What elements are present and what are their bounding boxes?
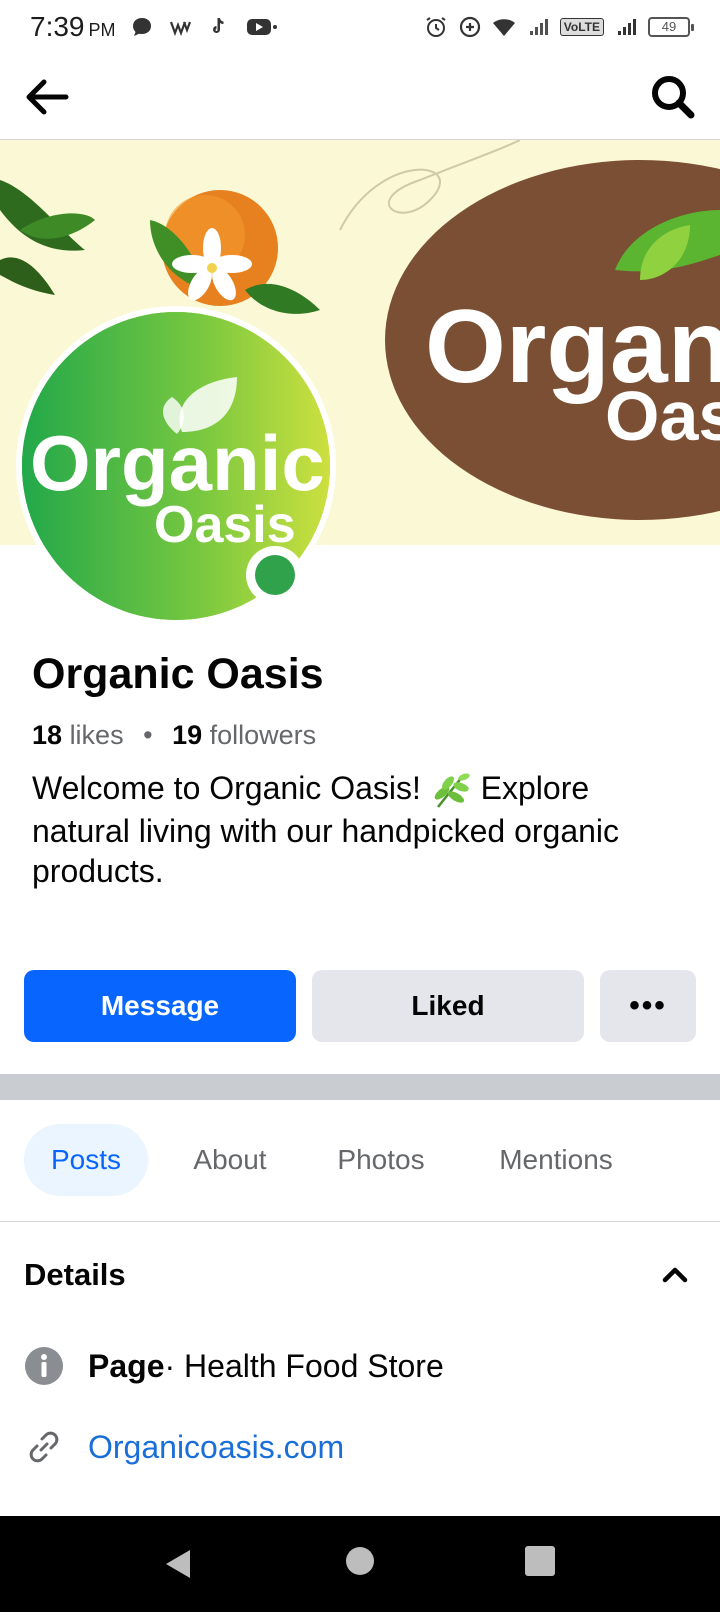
- page-title: Organic Oasis: [32, 650, 324, 698]
- action-buttons: Message Liked •••: [24, 970, 696, 1042]
- tiktok-icon: [212, 18, 223, 33]
- logo-word-1: Organic: [30, 419, 325, 507]
- message-button[interactable]: Message: [24, 970, 296, 1042]
- signal-1-icon: [529, 19, 548, 35]
- data-saver-icon: [459, 16, 480, 38]
- notification-icons: [130, 15, 278, 39]
- page-bio: Welcome to Organic Oasis! Explore natura…: [32, 768, 692, 891]
- top-nav: [0, 54, 720, 140]
- followers-label: followers: [209, 720, 317, 750]
- tab-mentions[interactable]: Mentions: [474, 1124, 638, 1196]
- volte-badge: VoLTE: [559, 18, 604, 36]
- section-divider: [0, 1074, 720, 1100]
- nav-home-icon[interactable]: [346, 1547, 374, 1575]
- link-icon: [29, 1431, 59, 1463]
- signal-2-icon: [618, 19, 636, 35]
- page-type-label: Page: [88, 1347, 165, 1384]
- likes-count: 18: [32, 720, 63, 750]
- nav-back-icon[interactable]: [160, 1546, 196, 1582]
- page-tabs: Posts About Photos Mentions: [0, 1100, 720, 1222]
- website-link[interactable]: Organicoasis.com: [88, 1429, 344, 1466]
- youtube-icon: [246, 19, 277, 35]
- tab-photos[interactable]: Photos: [316, 1124, 446, 1196]
- detail-website[interactable]: Organicoasis.com: [24, 1427, 344, 1467]
- cover-brand-word-2: Oasis: [605, 377, 720, 455]
- details-heading: Details: [24, 1257, 126, 1292]
- page-category: · Health Food Store: [164, 1347, 444, 1384]
- stats-separator: •: [143, 720, 153, 750]
- chevron-up-icon[interactable]: [660, 1262, 690, 1286]
- chat-bubble-icon: [132, 18, 151, 36]
- back-arrow-icon[interactable]: [22, 74, 72, 120]
- system-nav-bar: [0, 1516, 720, 1612]
- status-time: 7:39 PM: [30, 11, 116, 43]
- search-icon[interactable]: [648, 72, 698, 122]
- bio-text-1: Welcome to Organic Oasis!: [32, 770, 421, 806]
- battery-icon: 49: [648, 17, 694, 37]
- liked-button[interactable]: Liked: [312, 970, 584, 1042]
- more-options-button[interactable]: •••: [600, 970, 696, 1042]
- likes-label: likes: [69, 720, 124, 750]
- tab-about[interactable]: About: [170, 1124, 290, 1196]
- nav-recents-icon[interactable]: [525, 1546, 555, 1576]
- online-status-indicator: [246, 546, 304, 604]
- followers-count: 19: [172, 720, 203, 750]
- clock-time: 7:39: [30, 11, 85, 42]
- tab-posts[interactable]: Posts: [24, 1124, 148, 1196]
- clock-ampm: PM: [88, 20, 116, 40]
- system-status-icons: VoLTE 49: [424, 15, 694, 39]
- page-stats[interactable]: 18 likes • 19 followers: [32, 720, 316, 751]
- wifi-icon: [492, 19, 515, 36]
- alarm-icon: [426, 17, 446, 37]
- status-bar: 7:39 PM VoLTE 49: [0, 0, 720, 54]
- info-icon: [25, 1347, 63, 1385]
- herb-emoji-icon: [434, 773, 470, 808]
- waves-icon: [169, 21, 191, 37]
- detail-page-category: Page · Health Food Store: [24, 1346, 444, 1386]
